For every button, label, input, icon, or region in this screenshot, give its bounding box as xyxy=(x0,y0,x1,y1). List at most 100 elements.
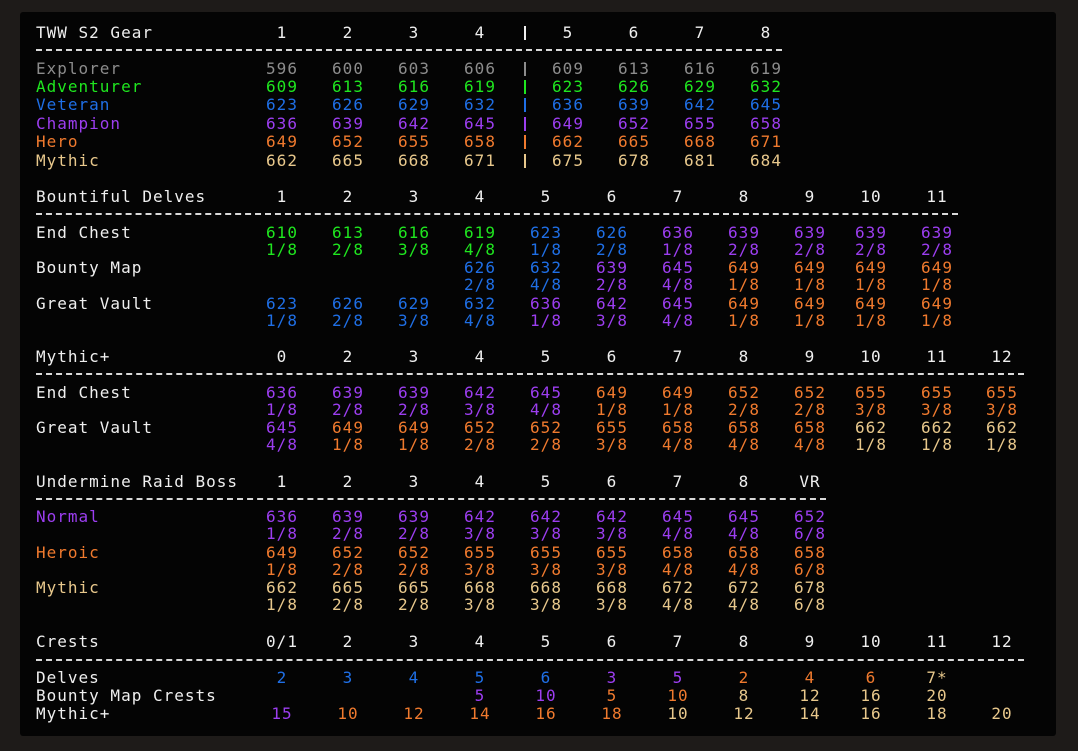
mplus-track-value: 4/8 xyxy=(662,435,694,454)
crest-count-value: 10 xyxy=(667,686,689,705)
crest-count-value: 18 xyxy=(926,704,948,723)
raid-track-value: 1/8 xyxy=(266,595,298,614)
crests-column-header: 12 xyxy=(991,632,1013,651)
gear-track-label: Hero xyxy=(36,132,79,151)
delves-header-rule xyxy=(36,213,958,215)
mplus-track-value: 3/8 xyxy=(986,400,1018,419)
delves-track-value: 3/8 xyxy=(596,311,628,330)
gear-ilvl-value: 668 xyxy=(684,132,716,151)
gear-ilvl-value: 616 xyxy=(398,77,430,96)
crest-count-value: 18 xyxy=(601,704,623,723)
gear-ilvl-value: 639 xyxy=(332,114,364,133)
crest-count-value: 15 xyxy=(271,704,293,723)
delves-track-value: 2/8 xyxy=(728,240,760,259)
gear-ilvl-value: 684 xyxy=(750,151,782,170)
raid-column-header: 3 xyxy=(408,472,420,491)
delves-track-value: 1/8 xyxy=(728,275,760,294)
delves-track-value: 1/8 xyxy=(530,311,562,330)
crest-count-value: 6 xyxy=(540,668,552,687)
mplus-track-value: 1/8 xyxy=(398,435,430,454)
delves-track-value: 2/8 xyxy=(921,240,953,259)
crest-count-value: 5 xyxy=(606,686,618,705)
crest-count-value: 14 xyxy=(799,704,821,723)
mplus-track-value: 1/8 xyxy=(332,435,364,454)
delves-row-label: End Chest xyxy=(36,223,132,242)
column-separator xyxy=(524,135,526,149)
crests-column-header: 8 xyxy=(738,632,750,651)
delves-track-value: 2/8 xyxy=(596,240,628,259)
gear-track-label: Mythic xyxy=(36,151,100,170)
crest-count-value: 14 xyxy=(469,704,491,723)
raid-track-value: 2/8 xyxy=(398,560,430,579)
crests-column-header: 7 xyxy=(672,632,684,651)
crests-column-header: 9 xyxy=(804,632,816,651)
delves-column-header: 4 xyxy=(474,187,486,206)
raid-track-value: 2/8 xyxy=(398,524,430,543)
raid-track-value: 6/8 xyxy=(794,560,826,579)
raid-track-value: 3/8 xyxy=(464,595,496,614)
gear-ilvl-value: 662 xyxy=(266,151,298,170)
raid-difficulty-label: Mythic xyxy=(36,578,100,597)
mplus-column-header: 11 xyxy=(926,347,948,366)
raid-track-value: 3/8 xyxy=(596,560,628,579)
crest-count-value: 12 xyxy=(403,704,425,723)
mplus-column-header: 7 xyxy=(672,347,684,366)
gear-ilvl-value: 619 xyxy=(464,77,496,96)
gear-ilvl-value: 645 xyxy=(464,114,496,133)
mplus-column-header: 12 xyxy=(991,347,1013,366)
crests-column-header: 0/1 xyxy=(266,632,298,651)
crest-count-value: 5 xyxy=(672,668,684,687)
delves-track-value: 2/8 xyxy=(794,240,826,259)
gear-ilvl-value: 658 xyxy=(750,114,782,133)
gear-ilvl-value: 678 xyxy=(618,151,650,170)
crest-count-value: 4 xyxy=(804,668,816,687)
crests-column-header: 3 xyxy=(408,632,420,651)
delves-track-value: 1/8 xyxy=(794,311,826,330)
delves-column-header: 8 xyxy=(738,187,750,206)
crest-count-value: 12 xyxy=(733,704,755,723)
delves-track-value: 4/8 xyxy=(530,275,562,294)
gear-table-title: TWW S2 Gear xyxy=(36,23,153,42)
delves-track-value: 1/8 xyxy=(728,311,760,330)
delves-track-value: 1/8 xyxy=(855,275,887,294)
mplus-track-value: 4/8 xyxy=(530,400,562,419)
gear-column-header: 2 xyxy=(342,23,354,42)
delves-track-value: 3/8 xyxy=(398,311,430,330)
raid-track-value: 3/8 xyxy=(464,560,496,579)
raid-track-value: 4/8 xyxy=(728,560,760,579)
mplus-column-header: 6 xyxy=(606,347,618,366)
crests-header-rule xyxy=(36,659,1024,661)
mplus-track-value: 1/8 xyxy=(986,435,1018,454)
crest-count-value: 2 xyxy=(276,668,288,687)
mplus-track-value: 3/8 xyxy=(855,400,887,419)
gear-ilvl-value: 649 xyxy=(266,132,298,151)
column-separator xyxy=(524,80,526,94)
gear-ilvl-value: 658 xyxy=(464,132,496,151)
delves-track-value: 1/8 xyxy=(530,240,562,259)
mplus-track-value: 1/8 xyxy=(921,435,953,454)
gear-column-header: 8 xyxy=(760,23,772,42)
gear-ilvl-value: 681 xyxy=(684,151,716,170)
delves-track-value: 4/8 xyxy=(662,311,694,330)
gear-ilvl-value: 626 xyxy=(332,95,364,114)
gear-ilvl-value: 636 xyxy=(552,95,584,114)
raid-track-value: 6/8 xyxy=(794,595,826,614)
crests-column-header: 4 xyxy=(474,632,486,651)
delves-track-value: 4/8 xyxy=(662,275,694,294)
mplus-track-value: 3/8 xyxy=(464,400,496,419)
crest-count-value: 20 xyxy=(926,686,948,705)
gear-column-header: 7 xyxy=(694,23,706,42)
crest-count-value: 16 xyxy=(860,704,882,723)
crest-count-value: 2 xyxy=(738,668,750,687)
gear-ilvl-value: 606 xyxy=(464,59,496,78)
gear-ilvl-value: 668 xyxy=(398,151,430,170)
crests-column-header: 11 xyxy=(926,632,948,651)
delves-track-value: 1/8 xyxy=(266,240,298,259)
gear-ilvl-value: 596 xyxy=(266,59,298,78)
gear-ilvl-value: 652 xyxy=(618,114,650,133)
gear-ilvl-value: 629 xyxy=(398,95,430,114)
gear-column-header: 5 xyxy=(562,23,574,42)
mplus-track-value: 2/8 xyxy=(464,435,496,454)
delves-column-header: 7 xyxy=(672,187,684,206)
mplus-track-value: 1/8 xyxy=(662,400,694,419)
